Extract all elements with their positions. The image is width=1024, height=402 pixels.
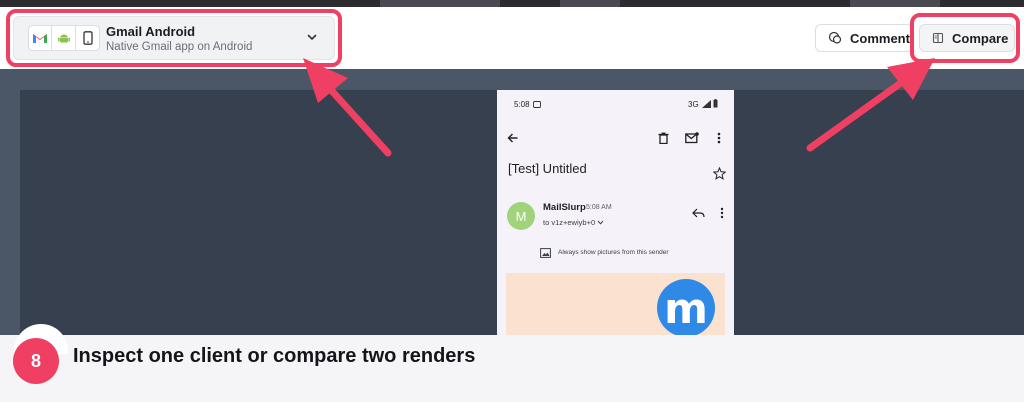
sender-name: MailSlurp xyxy=(543,202,586,213)
show-pictures-link[interactable]: Always show pictures from this sender xyxy=(558,249,669,256)
banner-thumbnail xyxy=(850,0,940,7)
top-banner-strip xyxy=(0,0,1024,7)
email-body-content: m xyxy=(506,273,725,335)
gmail-icon xyxy=(28,25,52,51)
caption-text: Inspect one client or compare two render… xyxy=(73,345,476,367)
email-subject: [Test] Untitled xyxy=(508,161,587,176)
android-icon xyxy=(52,25,76,51)
back-arrow-icon[interactable] xyxy=(507,132,519,144)
sender-avatar: M xyxy=(507,202,535,230)
compare-button-label: Compare xyxy=(952,30,1009,46)
mailslurp-logo: m xyxy=(657,279,715,335)
comment-button-label: Comment xyxy=(850,30,910,46)
email-time: 5:08 AM xyxy=(586,204,612,211)
banner-thumbnail xyxy=(380,0,500,7)
more-options-icon[interactable] xyxy=(717,132,721,144)
screenshot-icon xyxy=(533,101,541,108)
comment-button[interactable]: Comment xyxy=(815,24,913,52)
email-recipient[interactable]: to v1z+ewiyb+0 xyxy=(543,218,604,227)
chevron-down-icon xyxy=(307,34,317,41)
client-description: Native Gmail app on Android xyxy=(106,41,253,53)
mark-unread-icon[interactable] xyxy=(685,132,699,144)
status-bar-time: 5:08 xyxy=(514,100,530,109)
client-selector-dropdown[interactable]: Gmail Android Native Gmail app on Androi… xyxy=(13,16,335,60)
email-render-preview[interactable]: 5:08 3G [Test] Untitled M MailSlurp 5:08… xyxy=(497,90,734,335)
client-icons xyxy=(28,25,100,51)
star-icon[interactable] xyxy=(713,167,726,180)
comment-icon xyxy=(828,31,842,44)
signal-icon xyxy=(702,100,711,108)
message-more-icon[interactable] xyxy=(720,207,724,219)
delete-icon[interactable] xyxy=(658,132,669,144)
compare-icon xyxy=(932,32,944,44)
status-bar-network: 3G xyxy=(688,100,699,109)
image-icon xyxy=(540,248,551,258)
recipient-text: to v1z+ewiyb+0 xyxy=(543,218,596,227)
client-name: Gmail Android xyxy=(106,24,196,39)
battery-icon xyxy=(713,99,718,108)
phone-icon xyxy=(76,25,100,51)
compare-button[interactable]: Compare xyxy=(919,24,1015,52)
banner-thumbnail xyxy=(560,0,620,7)
step-number-badge: 8 xyxy=(13,338,59,384)
reply-icon[interactable] xyxy=(692,208,705,218)
chevron-down-icon xyxy=(597,220,604,225)
